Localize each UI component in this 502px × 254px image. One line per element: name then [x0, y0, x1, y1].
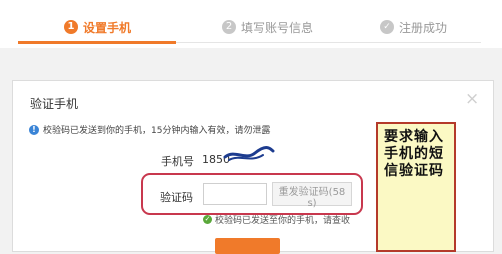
- step-progress-track: [176, 42, 481, 43]
- step-2-number: 2: [222, 20, 236, 34]
- phone-label: 手机号: [161, 155, 194, 168]
- verification-code-input[interactable]: [203, 183, 267, 205]
- code-label: 验证码: [160, 191, 193, 204]
- info-text: 校验码已发送到你的手机，15分钟内输入有效，请勿泄露: [43, 126, 271, 136]
- step-1-number: 1: [64, 20, 78, 34]
- info-message: ! 校验码已发送到你的手机，15分钟内输入有效，请勿泄露: [29, 123, 270, 136]
- code-sent-hint: ✓ 校验码已发送至你的手机，请查收: [203, 213, 350, 226]
- step-account-info: 2 填写账号信息: [222, 17, 313, 37]
- redaction-scribble: [223, 146, 275, 161]
- resend-code-button[interactable]: 重发验证码(58 s): [272, 182, 352, 209]
- close-icon[interactable]: ×: [465, 89, 479, 109]
- code-sent-text: 校验码已发送至你的手机，请查收: [215, 216, 351, 226]
- step-register-success: ✓ 注册成功: [380, 17, 447, 37]
- check-circle-icon: ✓: [380, 20, 394, 34]
- check-circle-icon: ✓: [203, 215, 212, 224]
- step-3-label: 注册成功: [399, 20, 448, 35]
- step-progress-active: [18, 41, 176, 44]
- dialog-title: 验证手机: [30, 97, 79, 111]
- step-2-label: 填写账号信息: [241, 20, 314, 35]
- step-set-phone: 1 设置手机: [64, 17, 131, 37]
- registration-steps: 1 设置手机 2 填写账号信息 ✓ 注册成功: [0, 0, 502, 48]
- step-1-label: 设置手机: [83, 20, 132, 35]
- info-icon: !: [29, 124, 39, 135]
- annotation-note: 要求输入手机的短信验证码: [376, 122, 456, 252]
- next-button[interactable]: [215, 238, 280, 254]
